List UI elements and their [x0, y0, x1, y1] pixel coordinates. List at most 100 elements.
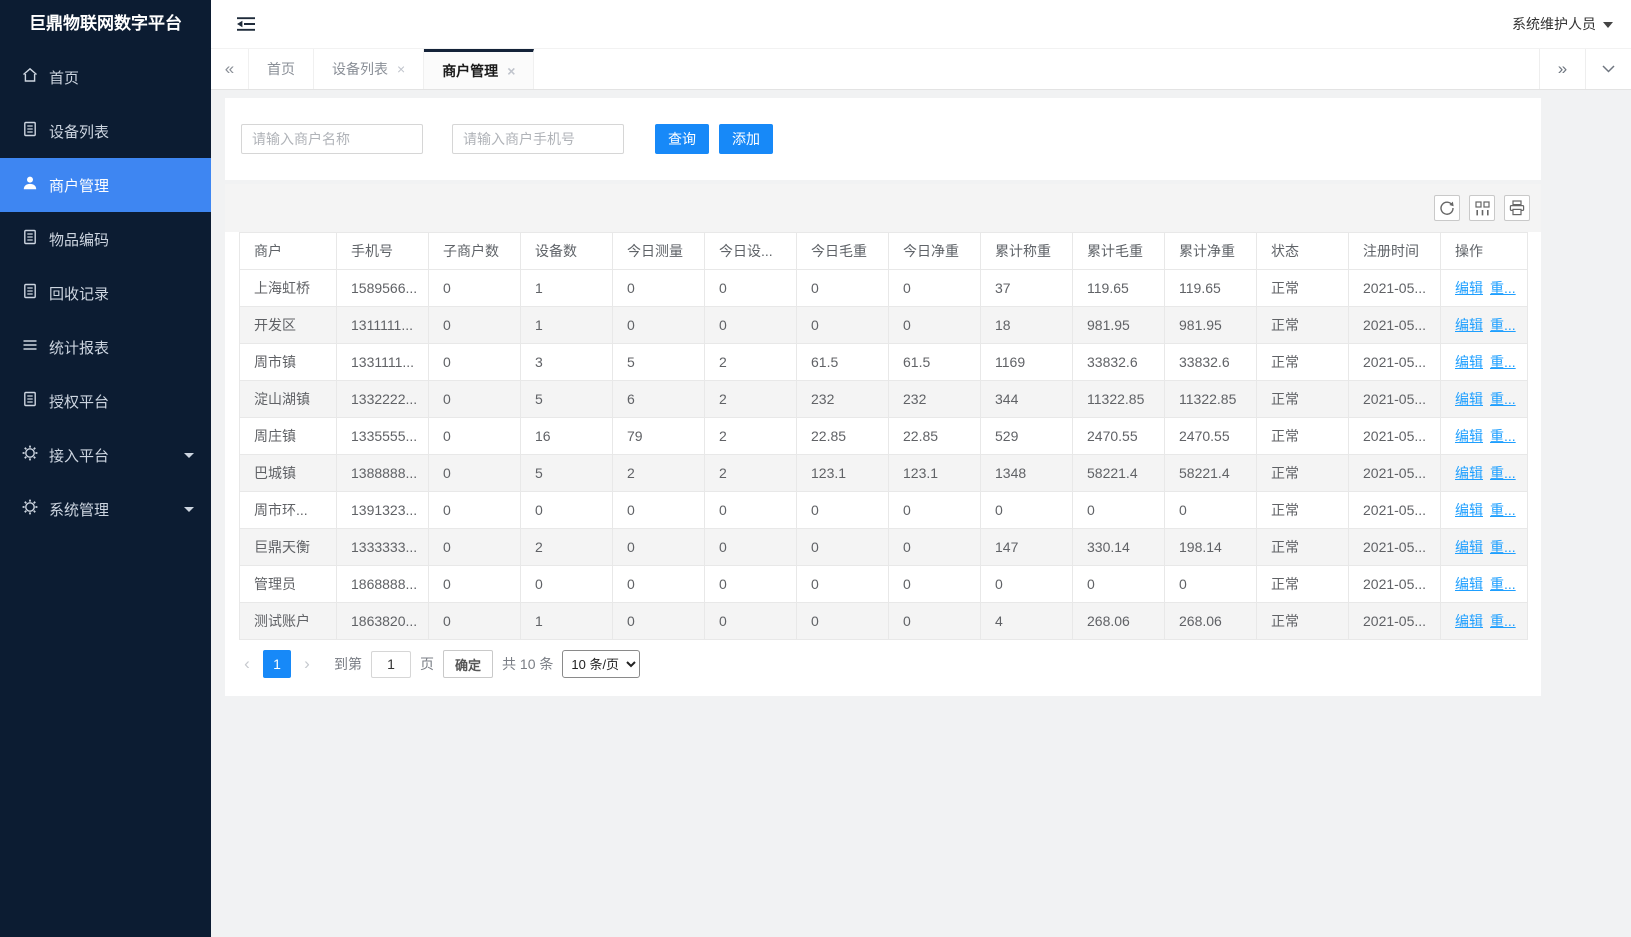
edit-link[interactable]: 编辑	[1455, 576, 1483, 592]
tab-home[interactable]: 首页	[249, 49, 314, 89]
table-cell: 正常	[1257, 344, 1349, 381]
table-cell: 0	[613, 270, 705, 307]
table-cell: 2021-05...	[1349, 455, 1441, 492]
next-page-icon[interactable]: ›	[300, 654, 314, 674]
refresh-icon[interactable]	[1434, 195, 1460, 221]
table-cell: 22.85	[889, 418, 981, 455]
table-cell: 0	[613, 307, 705, 344]
merchant-name-input[interactable]	[241, 124, 423, 154]
sidebar-item-label: 统计报表	[49, 337, 109, 358]
collapse-sidebar-icon[interactable]	[237, 17, 255, 31]
table-cell: 981.95	[1073, 307, 1165, 344]
table-cell: 2021-05...	[1349, 418, 1441, 455]
file-icon	[22, 121, 38, 141]
sidebar-item-recycle-records[interactable]: 回收记录	[0, 266, 211, 320]
table-row: 巴城镇1388888...0522123.1123.1134858221.458…	[240, 455, 1528, 492]
table-cell: 0	[981, 492, 1073, 529]
table-cell: 61.5	[889, 344, 981, 381]
reset-link[interactable]: 重...	[1490, 465, 1516, 481]
reset-link[interactable]: 重...	[1490, 428, 1516, 444]
table-cell: 268.06	[1073, 603, 1165, 640]
reset-link[interactable]: 重...	[1490, 502, 1516, 518]
sidebar-item-device-list[interactable]: 设备列表	[0, 104, 211, 158]
table-cell: 1348	[981, 455, 1073, 492]
edit-link[interactable]: 编辑	[1455, 280, 1483, 296]
table-cell: 5	[521, 455, 613, 492]
table-cell: 0	[429, 455, 521, 492]
user-menu[interactable]: 系统维护人员	[1512, 14, 1613, 34]
reset-link[interactable]: 重...	[1490, 354, 1516, 370]
table-cell: 119.65	[1165, 270, 1257, 307]
column-header: 累计净重	[1165, 233, 1257, 270]
sidebar-item-statistics-reports[interactable]: 统计报表	[0, 320, 211, 374]
reset-link[interactable]: 重...	[1490, 613, 1516, 629]
operations-cell: 编辑重...	[1441, 344, 1528, 381]
page-number-button[interactable]: 1	[263, 650, 291, 678]
table-cell: 0	[705, 603, 797, 640]
edit-link[interactable]: 编辑	[1455, 428, 1483, 444]
sidebar-item-system-management[interactable]: 系统管理	[0, 482, 211, 536]
sidebar-item-item-codes[interactable]: 物品编码	[0, 212, 211, 266]
table-cell: 0	[889, 603, 981, 640]
confirm-button[interactable]: 确定	[443, 650, 493, 678]
table-cell: 1	[521, 270, 613, 307]
prev-page-icon[interactable]: ‹	[240, 654, 254, 674]
edit-link[interactable]: 编辑	[1455, 465, 1483, 481]
reset-link[interactable]: 重...	[1490, 280, 1516, 296]
table-cell: 198.14	[1165, 529, 1257, 566]
table-cell: 2021-05...	[1349, 603, 1441, 640]
table-cell: 119.65	[1073, 270, 1165, 307]
page-label: 页	[420, 654, 434, 674]
edit-link[interactable]: 编辑	[1455, 354, 1483, 370]
tabs-menu-chevron-icon[interactable]	[1585, 49, 1631, 89]
goto-page-input[interactable]	[371, 651, 411, 678]
edit-link[interactable]: 编辑	[1455, 539, 1483, 555]
edit-link[interactable]: 编辑	[1455, 502, 1483, 518]
sidebar-menu: 首页 设备列表 商户管理 物品编码	[0, 50, 211, 536]
close-icon[interactable]: ×	[397, 61, 405, 77]
print-icon[interactable]	[1504, 195, 1530, 221]
query-button[interactable]: 查询	[655, 124, 709, 154]
add-button[interactable]: 添加	[719, 124, 773, 154]
file-icon	[22, 229, 38, 249]
reset-link[interactable]: 重...	[1490, 391, 1516, 407]
tabbar: « 首页 设备列表 × 商户管理 × »	[211, 48, 1631, 90]
table-cell: 123.1	[889, 455, 981, 492]
tabs-scroll-right-icon[interactable]: »	[1539, 49, 1585, 89]
table-cell: 1333333...	[337, 529, 429, 566]
operations-cell: 编辑重...	[1441, 381, 1528, 418]
sidebar-item-merchant-management[interactable]: 商户管理	[0, 158, 211, 212]
sidebar-item-label: 接入平台	[49, 445, 109, 466]
page-size-select[interactable]: 10 条/页	[562, 650, 640, 678]
tab-device-list[interactable]: 设备列表 ×	[314, 49, 424, 89]
table-cell: 上海虹桥	[240, 270, 337, 307]
reset-link[interactable]: 重...	[1490, 576, 1516, 592]
tabs-scroll-left-icon[interactable]: «	[211, 49, 249, 89]
table-cell: 0	[889, 307, 981, 344]
table-cell: 1332222...	[337, 381, 429, 418]
merchant-phone-input[interactable]	[452, 124, 624, 154]
edit-link[interactable]: 编辑	[1455, 391, 1483, 407]
column-header: 累计毛重	[1073, 233, 1165, 270]
reset-link[interactable]: 重...	[1490, 317, 1516, 333]
file-icon	[22, 283, 38, 303]
gear-icon	[22, 445, 38, 465]
sidebar-item-home[interactable]: 首页	[0, 50, 211, 104]
table-cell: 1868888...	[337, 566, 429, 603]
close-icon[interactable]: ×	[507, 63, 515, 79]
table-cell: 巨鼎天衡	[240, 529, 337, 566]
search-buttons: 查询 添加	[655, 124, 773, 154]
columns-filter-icon[interactable]	[1469, 195, 1495, 221]
operations-cell: 编辑重...	[1441, 529, 1528, 566]
sidebar-item-authorized-platform[interactable]: 授权平台	[0, 374, 211, 428]
goto-label: 到第	[334, 654, 362, 674]
table-cell: 0	[981, 566, 1073, 603]
edit-link[interactable]: 编辑	[1455, 613, 1483, 629]
table-cell: 开发区	[240, 307, 337, 344]
reset-link[interactable]: 重...	[1490, 539, 1516, 555]
table-cell: 11322.85	[1073, 381, 1165, 418]
sidebar-item-access-platform[interactable]: 接入平台	[0, 428, 211, 482]
operations-cell: 编辑重...	[1441, 455, 1528, 492]
tab-merchant-management[interactable]: 商户管理 ×	[424, 49, 534, 89]
edit-link[interactable]: 编辑	[1455, 317, 1483, 333]
